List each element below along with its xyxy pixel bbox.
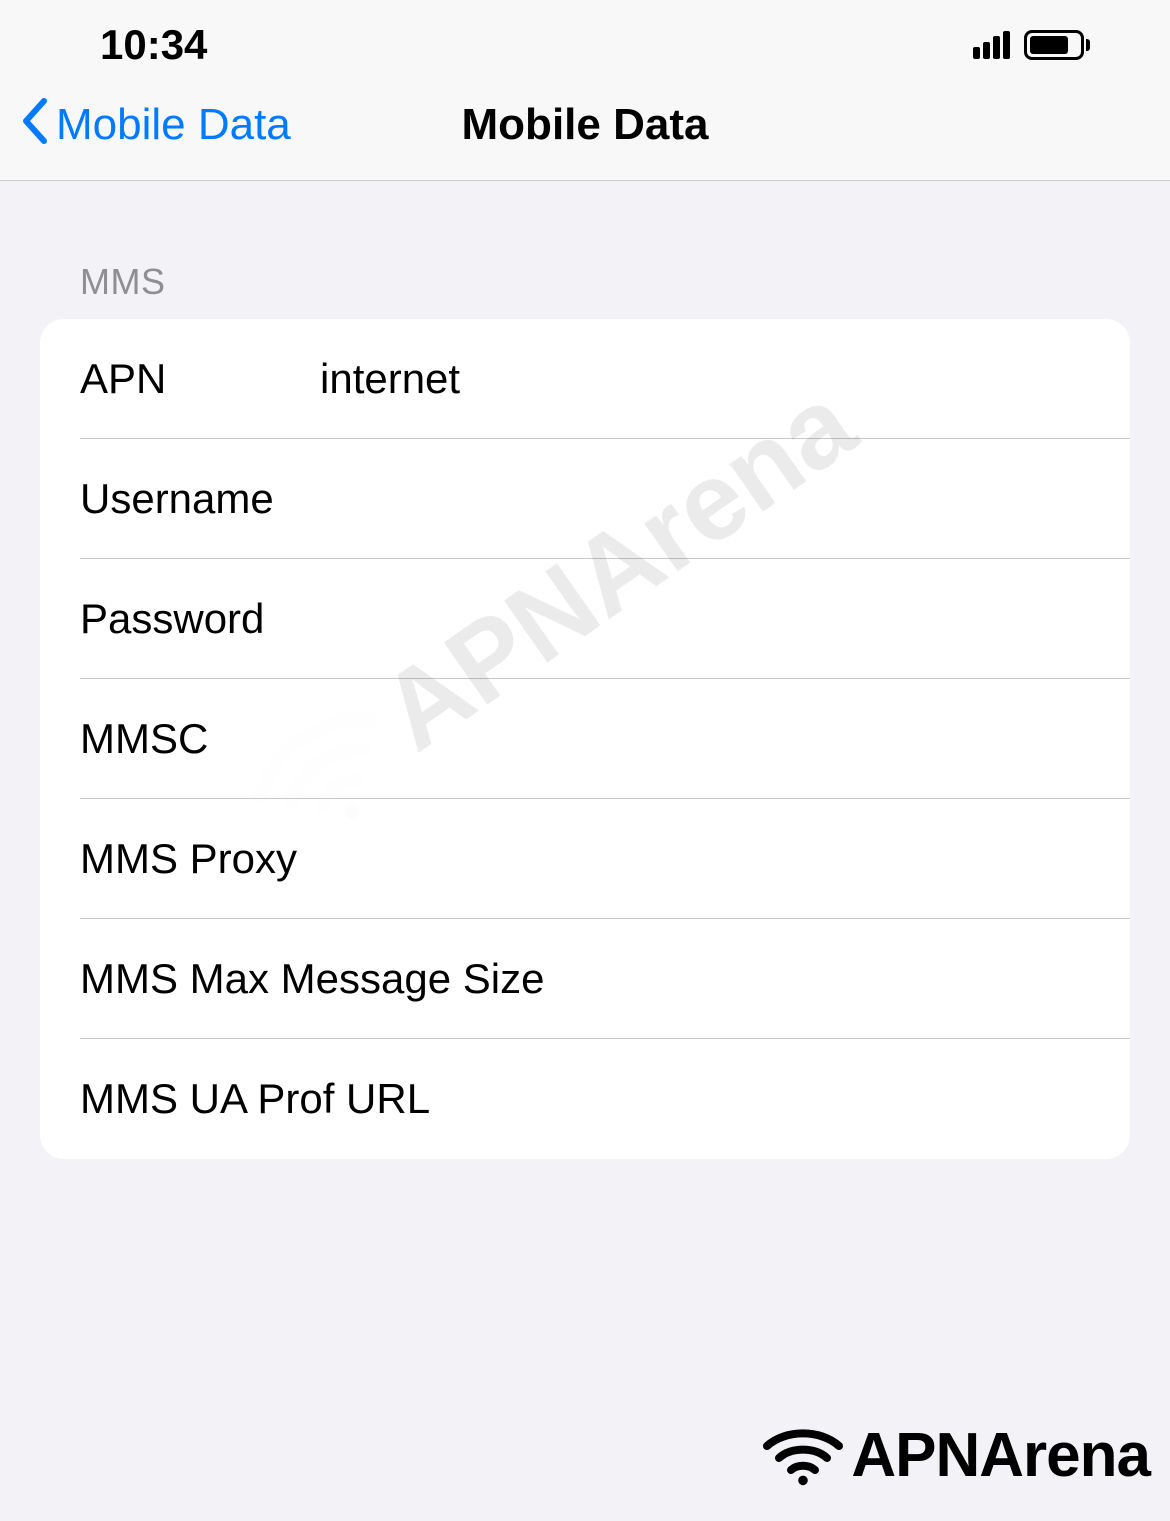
- mms-ua-prof-label: MMS UA Prof URL: [80, 1075, 430, 1123]
- mms-max-size-row[interactable]: MMS Max Message Size: [40, 919, 1130, 1039]
- page-title: Mobile Data: [462, 100, 709, 150]
- battery-icon: [1024, 30, 1090, 60]
- back-label: Mobile Data: [56, 100, 291, 150]
- username-input[interactable]: [320, 475, 1130, 523]
- watermark-logo-text: APNArena: [851, 1420, 1150, 1491]
- mms-ua-prof-input[interactable]: [430, 1075, 1130, 1123]
- mms-proxy-label: MMS Proxy: [80, 835, 297, 883]
- wifi-icon: [763, 1426, 843, 1486]
- status-indicators: [973, 30, 1120, 60]
- chevron-left-icon: [20, 97, 48, 154]
- navigation-bar: Mobile Data Mobile Data: [0, 80, 1170, 181]
- back-button[interactable]: Mobile Data: [20, 97, 291, 154]
- watermark-logo: APNArena: [763, 1420, 1150, 1491]
- mms-max-size-input[interactable]: [544, 955, 1130, 1003]
- mms-proxy-input[interactable]: [297, 835, 1130, 883]
- mmsc-label: MMSC: [80, 715, 320, 763]
- section-header: MMS: [40, 261, 1130, 303]
- password-input[interactable]: [320, 595, 1130, 643]
- mmsc-input[interactable]: [320, 715, 1130, 763]
- password-label: Password: [80, 595, 320, 643]
- mms-ua-prof-row[interactable]: MMS UA Prof URL: [40, 1039, 1130, 1159]
- apn-row[interactable]: APN: [40, 319, 1130, 439]
- mms-section: MMS APN Username Password MMSC MMS Proxy: [0, 261, 1170, 1159]
- username-label: Username: [80, 475, 320, 523]
- mms-proxy-row[interactable]: MMS Proxy: [40, 799, 1130, 919]
- username-row[interactable]: Username: [40, 439, 1130, 559]
- password-row[interactable]: Password: [40, 559, 1130, 679]
- status-bar: 10:34: [0, 0, 1170, 80]
- signal-icon: [973, 31, 1010, 59]
- settings-group: APN Username Password MMSC MMS Proxy MMS…: [40, 319, 1130, 1159]
- mms-max-size-label: MMS Max Message Size: [80, 955, 544, 1003]
- mmsc-row[interactable]: MMSC: [40, 679, 1130, 799]
- apn-input[interactable]: [320, 355, 1130, 403]
- status-time: 10:34: [100, 21, 207, 69]
- apn-label: APN: [80, 355, 320, 403]
